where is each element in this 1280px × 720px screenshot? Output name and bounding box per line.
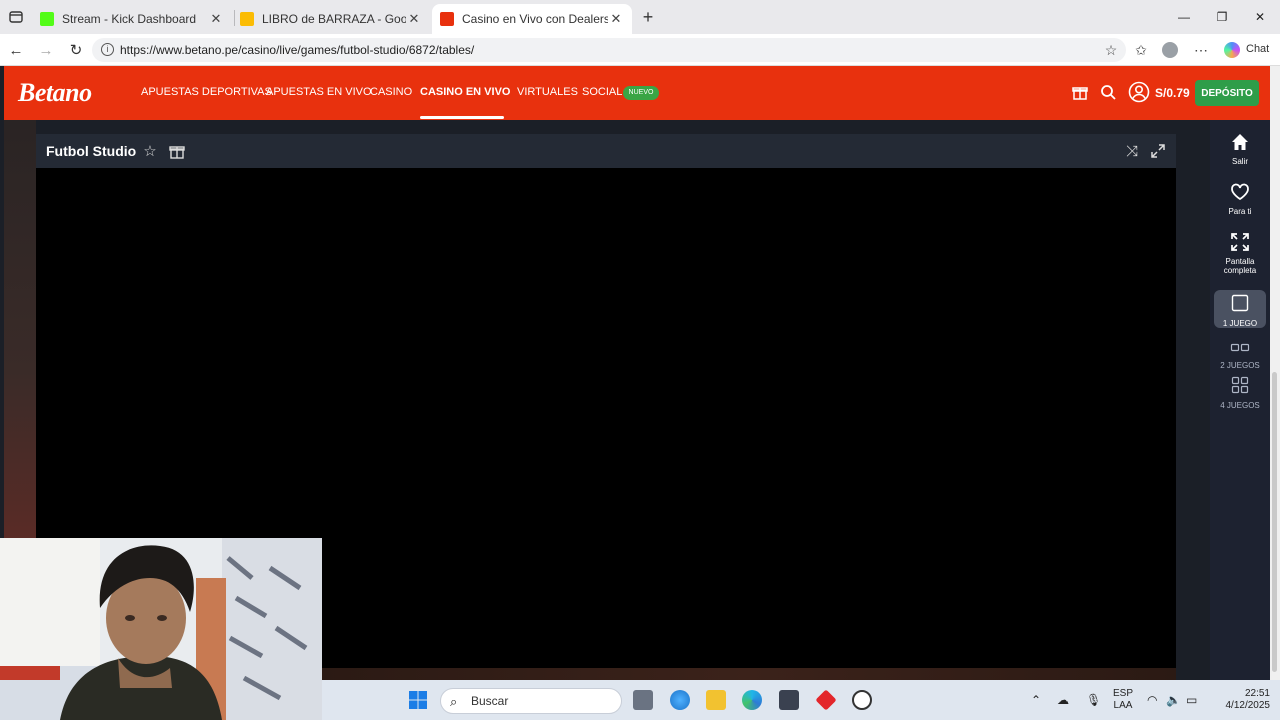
tab-betano[interactable]: Casino en Vivo con Dealers Online ✕ [432,4,632,34]
heart-icon [1230,182,1250,206]
game-title: Futbol Studio [46,143,137,159]
quad-view-icon [1231,376,1249,400]
windows-start-icon[interactable] [408,690,428,710]
betano-logo[interactable]: Betano [18,78,92,108]
rail-label: 1 JUEGO [1222,319,1258,328]
tab-actions-icon[interactable] [6,7,26,27]
language-code: ESP [1112,688,1133,699]
clock-date: 4/12/2025 [1225,700,1271,711]
site-header: Betano APUESTAS DEPORTIVAS APUESTAS EN V… [4,66,1274,120]
chat-label[interactable]: Chat [1246,43,1269,55]
rail-two-games[interactable]: 2 JUEGOS [1214,338,1266,370]
close-window-icon[interactable]: ✕ [1240,0,1280,34]
rail-one-game[interactable]: 1 JUEGO [1214,290,1266,328]
nav-social[interactable]: SOCIAL [582,86,622,98]
close-tab-icon[interactable]: ✕ [406,11,422,27]
rail-for-you[interactable]: Para ti [1214,182,1266,222]
account-icon[interactable] [1128,81,1150,103]
browser-tab-bar: Stream - Kick Dashboard ✕ LIBRO de BARRA… [0,0,1280,34]
rail-label: 4 JUEGOS [1220,401,1260,410]
copilot-icon[interactable] [1224,42,1240,58]
minimize-icon[interactable]: — [1164,0,1204,34]
nav-apuestas-en-vivo[interactable]: APUESTAS EN VIVO [266,86,372,98]
google-drive-favicon-icon [240,12,254,26]
url-text: https://www.betano.pe/casino/live/games/… [120,43,475,57]
show-hidden-icons-icon[interactable]: ⌃ [1031,693,1041,707]
rail-label: 2 JUEGOS [1220,361,1260,370]
nav-casino[interactable]: CASINO [370,86,412,98]
rail-label: Para ti [1228,207,1252,216]
background-roulette-image [4,120,36,540]
page-scrollbar-thumb[interactable] [1272,372,1277,672]
nav-casino-en-vivo[interactable]: CASINO EN VIVO [420,86,510,98]
clock[interactable]: 22:51 4/12/2025 [1212,688,1271,712]
webcam-overlay [0,538,322,720]
weather-widget-icon[interactable] [670,690,690,710]
maximize-icon[interactable]: ❐ [1202,0,1242,34]
address-bar[interactable]: i https://www.betano.pe/casino/live/game… [92,38,1126,62]
game-header: Futbol Studio ☆ ⤨ [36,134,1176,168]
nav-apuestas-deportivas[interactable]: APUESTAS DEPORTIVAS [141,86,272,98]
input-language[interactable]: ESP LAA [1110,688,1136,712]
webcam-person-image [0,538,322,720]
new-tab-icon[interactable]: + [638,7,658,27]
cloud-sync-icon[interactable]: ☁ [1057,693,1069,707]
right-side-rail: Salir Para ti Pantalla completa 1 JUEGO … [1210,120,1270,680]
kick-favicon-icon [40,12,54,26]
reload-icon[interactable]: ↻ [66,40,86,60]
more-menu-icon[interactable]: ⋯ [1190,40,1212,60]
gift-icon[interactable] [167,141,187,161]
back-icon[interactable]: ← [6,40,26,60]
favorite-star-icon[interactable]: ☆ [1100,40,1122,60]
keyboard-layout: LAA [1113,700,1133,711]
home-icon [1230,132,1250,156]
rail-four-games[interactable]: 4 JUEGOS [1214,376,1266,410]
tab-title: Casino en Vivo con Dealers Online [462,12,608,26]
edge-browser-icon[interactable] [742,690,762,710]
rail-exit[interactable]: Salir [1214,132,1266,172]
double-view-icon [1230,338,1250,360]
forward-icon[interactable]: → [36,40,56,60]
favorite-star-icon[interactable]: ☆ [140,141,160,161]
account-balance[interactable]: S/0.79 [1155,86,1190,100]
deposit-button[interactable]: DEPÓSITO [1195,80,1259,106]
new-badge: NUEVO [623,86,659,100]
active-nav-indicator [420,116,504,119]
battery-icon[interactable]: ▭ [1186,693,1197,707]
close-tab-icon[interactable]: ✕ [208,11,224,27]
search-icon[interactable] [1098,82,1118,102]
fullscreen-icon [1230,232,1250,256]
rail-label: Pantalla completa [1223,257,1257,275]
obs-studio-icon[interactable] [852,690,872,710]
wifi-icon[interactable]: ◠ [1147,693,1157,707]
tab-kick[interactable]: Stream - Kick Dashboard ✕ [32,4,232,34]
tab-google-drive[interactable]: LIBRO de BARRAZA - Google Drive ✕ [232,4,430,34]
profile-avatar-icon[interactable] [1162,42,1178,58]
tab-title: LIBRO de BARRAZA - Google Drive [262,12,406,26]
search-placeholder: Buscar [471,694,509,708]
screen: Stream - Kick Dashboard ✕ LIBRO de BARRA… [0,0,1280,720]
single-view-icon [1231,294,1249,318]
taskbar-search-box[interactable]: ⌕ Buscar [440,688,622,714]
favorites-icon[interactable]: ✩ [1130,40,1152,60]
search-icon: ⌕ [450,694,458,709]
game-frame-footer [322,668,1176,680]
clock-time: 22:51 [1244,688,1270,699]
microphone-icon[interactable]: 🎙 [1086,693,1101,707]
rail-fullscreen[interactable]: Pantalla completa [1214,232,1266,282]
betano-favicon-icon [440,12,454,26]
gift-icon[interactable] [1070,82,1090,102]
expand-icon[interactable] [1148,141,1168,161]
microsoft-store-icon[interactable] [779,690,799,710]
browser-toolbar: ← → ↻ i https://www.betano.pe/casino/liv… [0,34,1280,66]
close-tab-icon[interactable]: ✕ [608,11,624,27]
shuffle-icon[interactable]: ⤨ [1122,141,1142,161]
volume-icon[interactable]: 🔈 [1166,693,1181,707]
file-explorer-icon[interactable] [706,690,726,710]
tab-title: Stream - Kick Dashboard [62,12,197,26]
site-info-icon[interactable]: i [101,43,114,56]
task-view-icon[interactable] [633,690,653,710]
nav-virtuales[interactable]: VIRTUALES [517,86,578,98]
rail-label: Salir [1231,157,1248,166]
